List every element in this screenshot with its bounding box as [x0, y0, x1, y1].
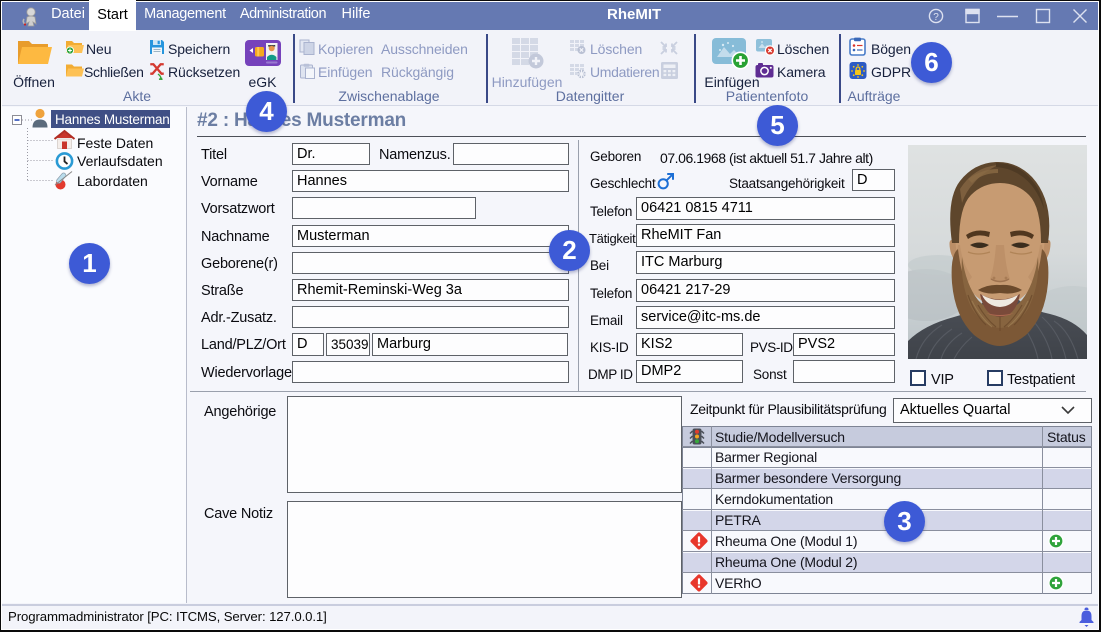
svg-text:?: ?: [933, 12, 939, 23]
